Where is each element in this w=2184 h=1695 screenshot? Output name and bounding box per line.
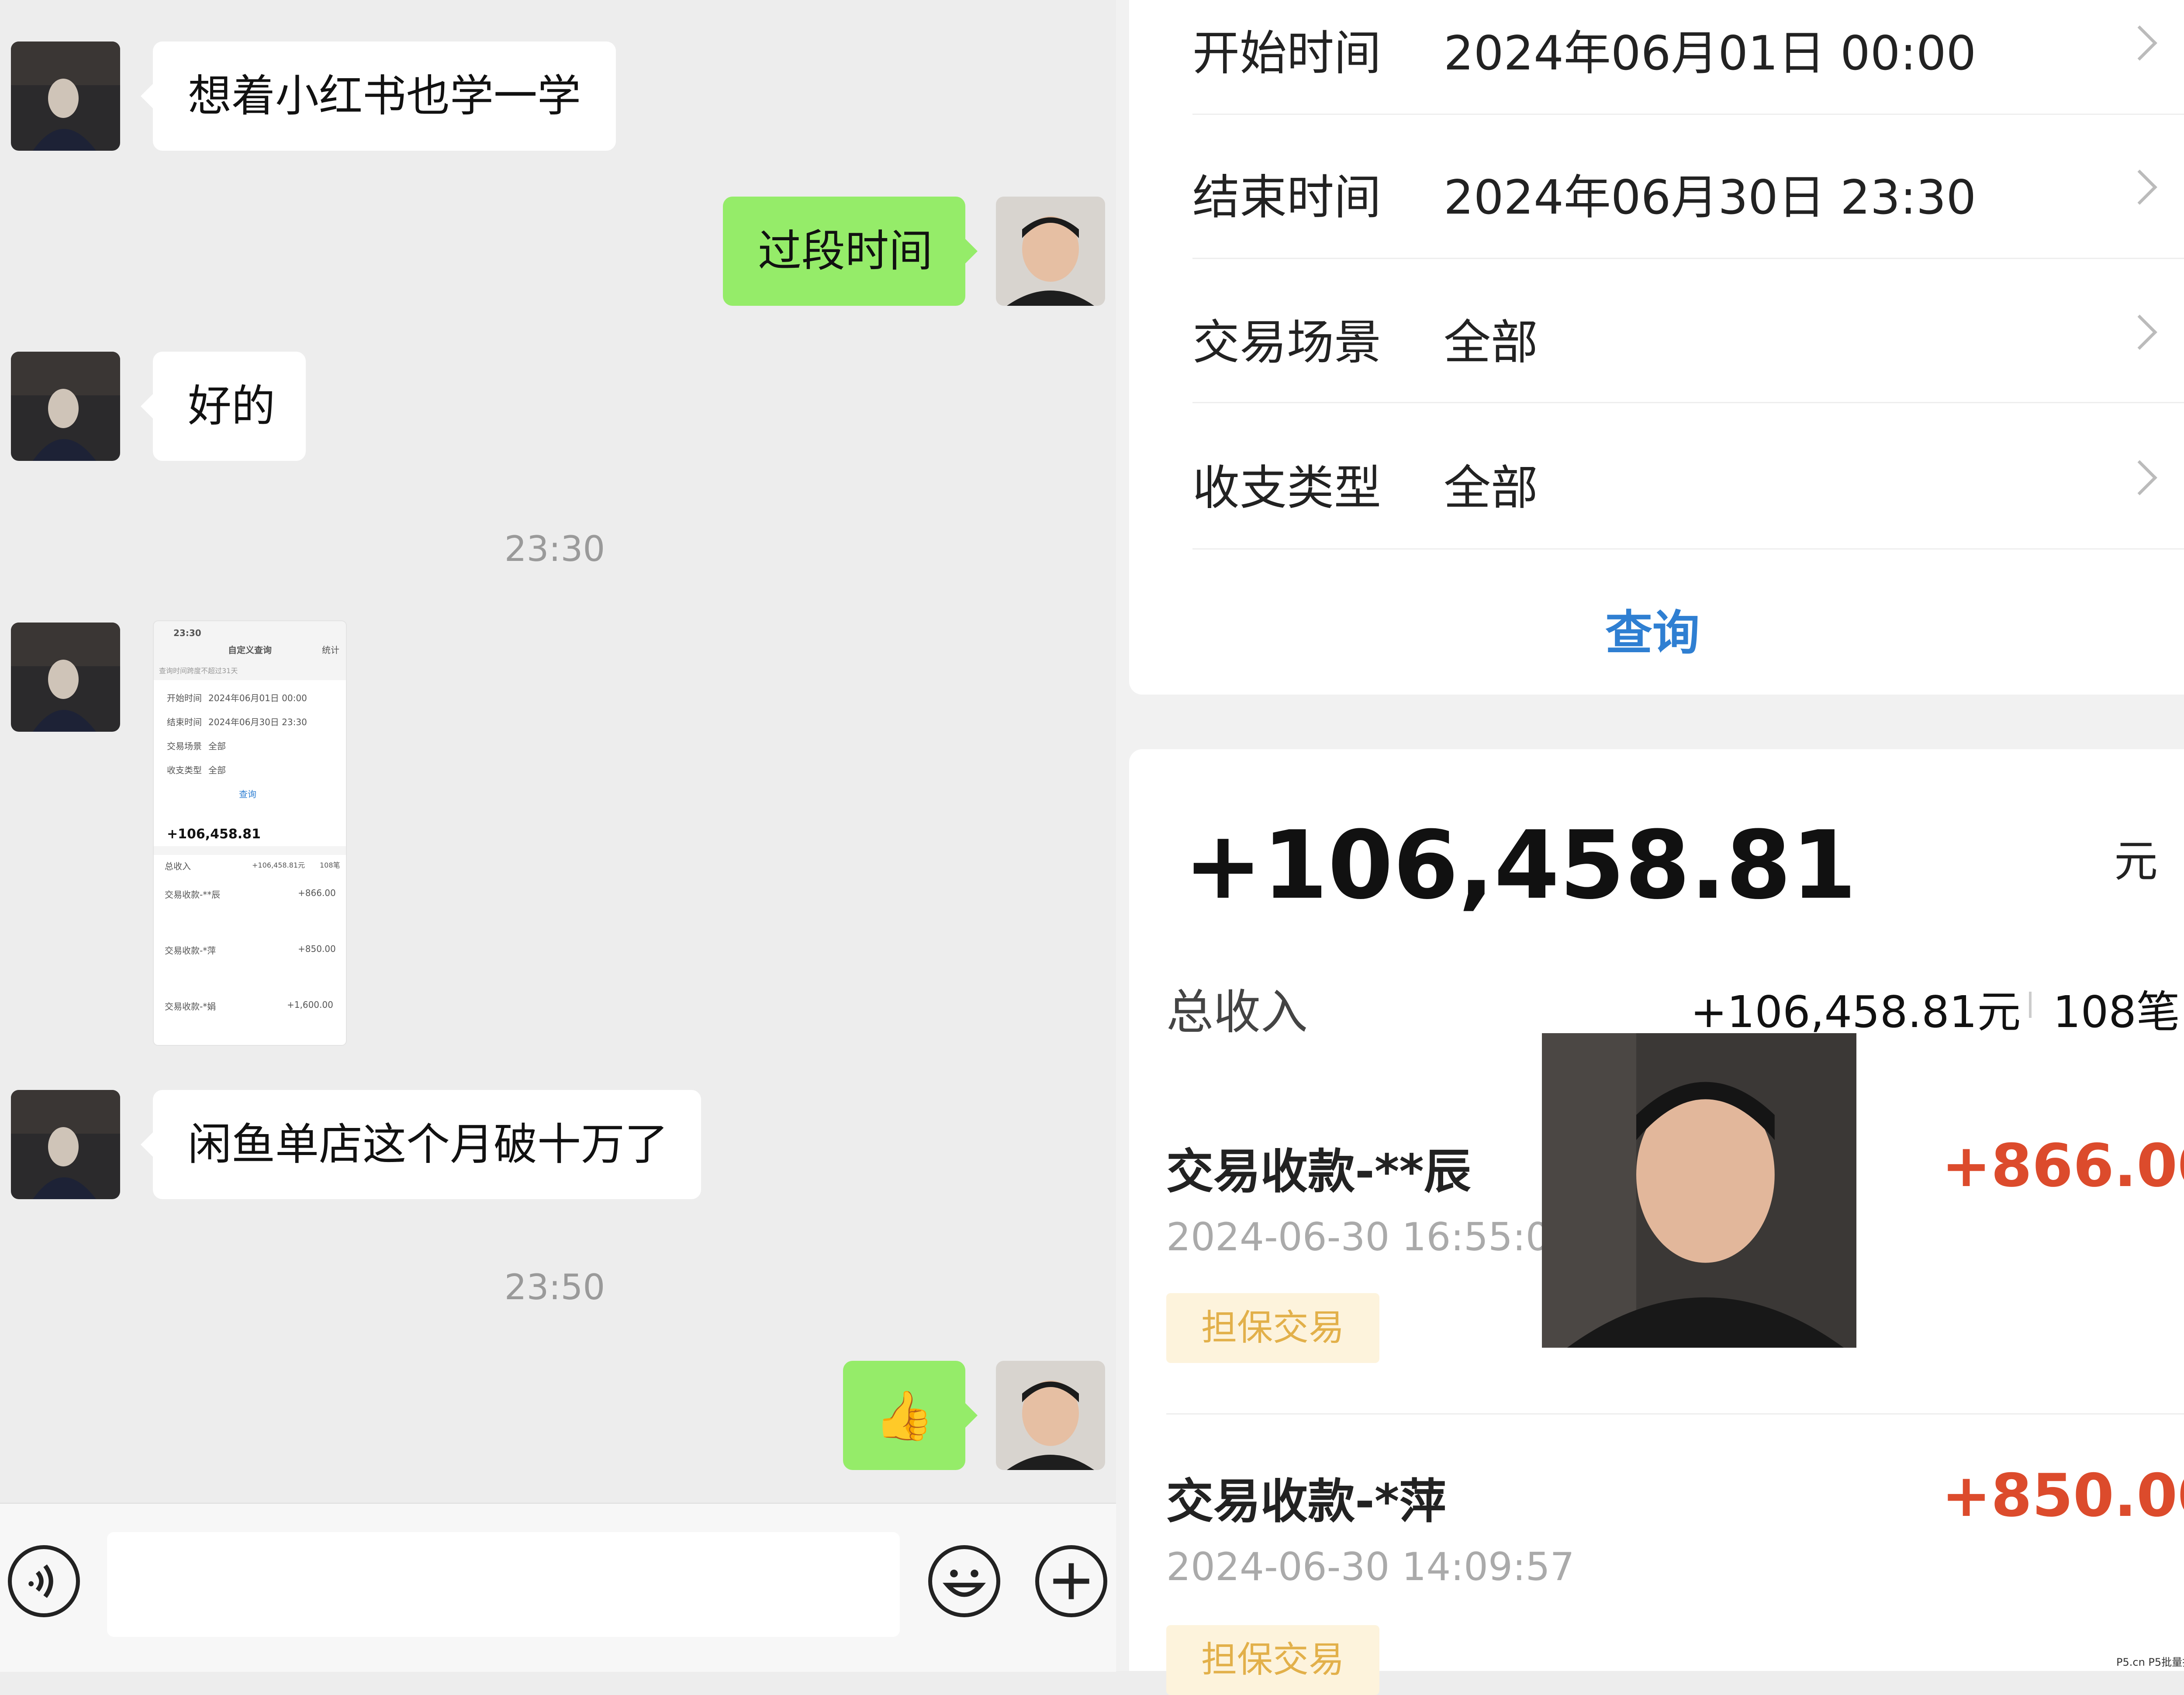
thumb-total-label: 总收入 [165, 861, 191, 872]
currency-unit: 元 [2114, 836, 2158, 887]
type-value[interactable]: 全部 [1444, 450, 1538, 518]
watermark: P5.cn P5批量投稿平台 [2116, 1656, 2184, 1668]
thumb-row-label: 结束时间 [167, 717, 202, 727]
income-value: +106,458.81元 [1690, 986, 2021, 1038]
divider [1192, 114, 2184, 115]
thumb-row-label: 收支类型 [167, 765, 202, 775]
incoming-message[interactable]: 闲鱼单店这个月破十万了 [141, 1090, 701, 1199]
thumb-row-value: 全部 [208, 765, 226, 775]
thumb-item-title: 交易收款-*萍 [165, 945, 216, 956]
person-photo-icon [1542, 1033, 1856, 1348]
timestamp: 23:30 [504, 529, 605, 569]
contact-avatar[interactable] [11, 623, 120, 732]
total-amount: +106,458.81 [1184, 810, 1857, 920]
thumb-corner: 统计 [322, 645, 339, 655]
thumb-row-label: 开始时间 [167, 693, 202, 703]
thumb-hint: 查询时间跨度不超过31天 [159, 667, 238, 675]
transaction-amount: +866.00 [1942, 1131, 2184, 1200]
divider [1192, 258, 2184, 259]
separator [2029, 992, 2032, 1018]
plus-icon [1053, 1563, 1089, 1599]
transaction-title[interactable]: 交易收款-*萍 [1166, 1463, 1446, 1532]
thumb-item-amount: +866.00 [298, 888, 336, 898]
thumb-item-amount: +1,600.00 [287, 1000, 333, 1010]
thumb-item-title: 交易收款-**辰 [165, 889, 221, 900]
thumb-title: 自定义查询 [228, 645, 272, 655]
end-time-value[interactable]: 2024年06月30日 23:30 [1444, 159, 1976, 228]
transaction-time: 2024-06-30 16:55:0 [1166, 1214, 1550, 1259]
guarantee-tag: 担保交易 [1166, 1293, 1380, 1363]
thumb-row-value: 2024年06月30日 23:30 [208, 717, 307, 727]
thumb-count: 108笔 [320, 861, 340, 869]
outgoing-message[interactable]: 过段时间 [723, 197, 978, 306]
thumb-item-title: 交易收款-*娟 [165, 1001, 216, 1012]
voice-icon [28, 1564, 53, 1598]
thumb-status-time: 23:30 [173, 628, 201, 638]
my-avatar[interactable] [996, 197, 1105, 306]
incoming-message[interactable]: 好的 [141, 352, 306, 461]
transaction-amount: +850.00 [1942, 1461, 2184, 1530]
thumb-row-label: 交易场景 [167, 741, 202, 751]
divider [1166, 1413, 2184, 1415]
contact-avatar[interactable] [11, 352, 120, 461]
message-input[interactable] [107, 1532, 900, 1637]
guarantee-tag: 担保交易 [1166, 1625, 1380, 1695]
thumb-item-amount: +850.00 [298, 944, 336, 954]
timestamp: 23:50 [504, 1267, 605, 1308]
thumb-total-detail: +106,458.81元 [252, 861, 305, 869]
filter-label: 收支类型 [1192, 461, 1382, 515]
start-time-value[interactable]: 2024年06月01日 00:00 [1444, 15, 1976, 83]
thumb-query: 查询 [239, 789, 256, 799]
filter-label: 开始时间 [1192, 26, 1382, 81]
my-avatar[interactable] [996, 1361, 1105, 1470]
account-query-panel: 开始时间 2024年06月01日 00:00 结束时间 2024年06月30日 … [1116, 0, 2184, 1695]
income-label: 总收入 [1166, 985, 1308, 1040]
filter-label: 交易场景 [1192, 315, 1382, 370]
filter-card: 开始时间 2024年06月01日 00:00 结束时间 2024年06月30日 … [1129, 0, 2184, 695]
thumb-row-value: 2024年06月01日 00:00 [208, 693, 307, 703]
emoji-button[interactable] [928, 1545, 1000, 1617]
smiley-icon [943, 1570, 986, 1597]
thumb-row-value: 全部 [208, 741, 226, 751]
query-button[interactable]: 查询 [1605, 595, 1700, 663]
chevron-right-icon[interactable] [2122, 25, 2157, 61]
contact-avatar[interactable] [11, 42, 120, 151]
outgoing-thumbs-up-message[interactable]: 👍 [843, 1361, 978, 1470]
chat-panel: 想着小红书也学一学 过段时间 好的 23:30 23:30 自定义查询 统计 查… [0, 0, 1116, 1672]
chevron-right-icon[interactable] [2122, 170, 2157, 205]
voice-button[interactable] [8, 1545, 80, 1617]
transaction-count: 108笔 [2053, 986, 2180, 1038]
scene-value[interactable]: 全部 [1444, 304, 1538, 373]
divider [1192, 548, 2184, 550]
filter-label: 结束时间 [1192, 170, 1382, 225]
incoming-message[interactable]: 想着小红书也学一学 [141, 42, 616, 151]
transaction-time: 2024-06-30 14:09:57 [1166, 1544, 1575, 1589]
transaction-title[interactable]: 交易收款-**辰 [1166, 1134, 1471, 1202]
input-bar [0, 1503, 1116, 1672]
overlay-photo [1542, 1033, 1856, 1348]
thumb-total: +106,458.81 [167, 827, 261, 842]
image-message[interactable]: 23:30 自定义查询 统计 查询时间跨度不超过31天 开始时间 2024年06… [153, 620, 347, 1046]
divider [1192, 402, 2184, 403]
contact-avatar[interactable] [11, 1090, 120, 1199]
chevron-right-icon[interactable] [2122, 315, 2157, 350]
chevron-right-icon[interactable] [2122, 460, 2157, 495]
more-button[interactable] [1035, 1545, 1107, 1617]
